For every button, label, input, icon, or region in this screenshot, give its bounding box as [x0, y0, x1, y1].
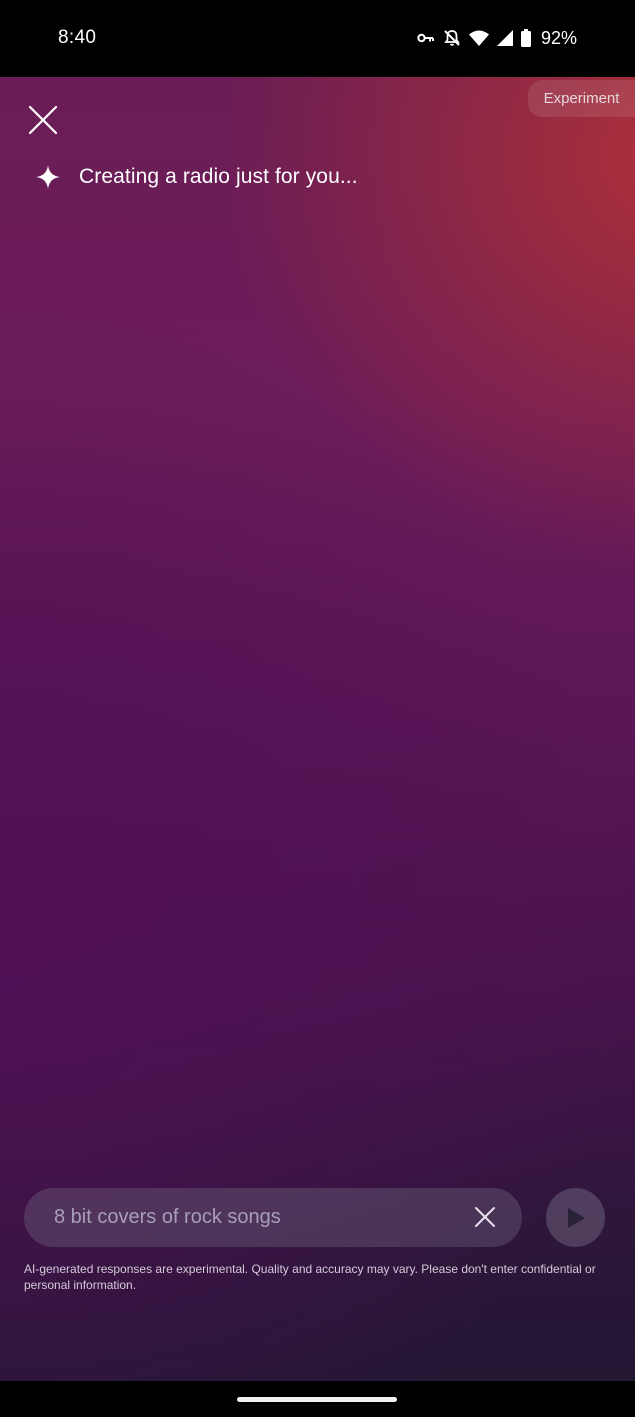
navigation-bar: [0, 1381, 635, 1417]
play-button[interactable]: [546, 1188, 605, 1247]
prompt-input[interactable]: [54, 1206, 434, 1229]
signal-icon: [496, 30, 513, 46]
status-time: 8:40: [58, 27, 97, 48]
generation-status: Creating a radio just for you...: [34, 163, 358, 191]
play-icon: [567, 1207, 585, 1228]
close-icon: [28, 105, 58, 135]
home-indicator[interactable]: [237, 1397, 397, 1402]
mute-icon: [444, 30, 460, 46]
status-bar: 8:40 92%: [0, 0, 635, 77]
battery-icon: [520, 29, 531, 47]
sparkle-icon: [34, 163, 62, 191]
status-icons: 92%: [417, 26, 577, 50]
experiment-badge: Experiment: [528, 80, 635, 117]
clear-icon: [475, 1207, 495, 1227]
screen: 8:40 92% Experiment Creating a radio jus…: [0, 0, 635, 1417]
status-text: Creating a radio just for you...: [79, 165, 358, 188]
radio-panel: Experiment Creating a radio just for you…: [0, 77, 635, 1381]
prompt-field: [24, 1188, 522, 1247]
clear-button[interactable]: [470, 1202, 500, 1232]
battery-percent: 92%: [540, 27, 577, 48]
vpn-key-icon: [417, 33, 434, 43]
close-button[interactable]: [24, 101, 62, 139]
disclaimer-text: AI-generated responses are experimental.…: [24, 1262, 596, 1292]
wifi-icon: [468, 30, 489, 46]
